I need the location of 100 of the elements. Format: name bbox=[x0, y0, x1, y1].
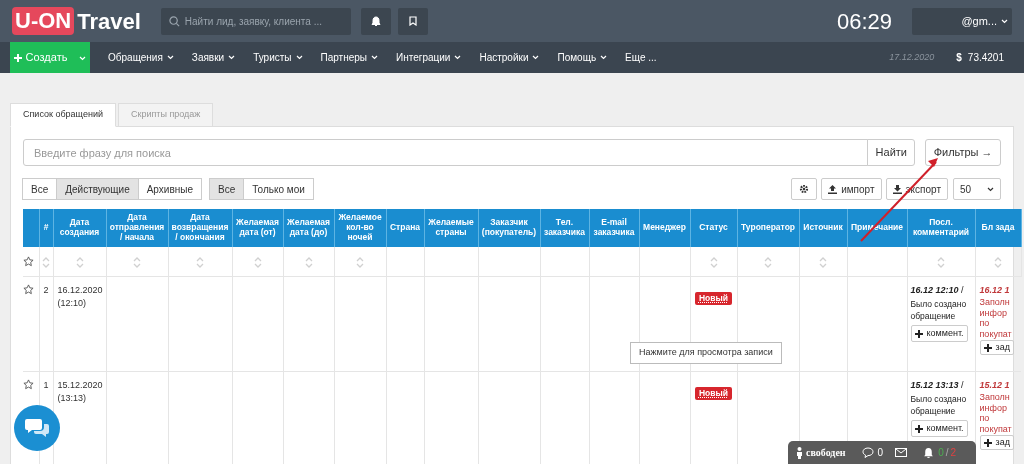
status-badge[interactable]: Новый bbox=[694, 386, 732, 400]
filter-toggle[interactable]: Действующие bbox=[56, 178, 139, 200]
sort-icon[interactable] bbox=[709, 256, 718, 268]
notifications-button[interactable] bbox=[360, 7, 391, 35]
plus-icon bbox=[983, 343, 992, 352]
page-size-select[interactable]: 50 bbox=[953, 178, 1001, 200]
column-header[interactable]: E-mail заказчика bbox=[589, 209, 639, 247]
logo-mark: U-ON bbox=[12, 7, 75, 35]
nav-menu[interactable]: Заявки bbox=[191, 50, 236, 65]
column-header[interactable]: Страна bbox=[386, 209, 424, 247]
nav-menu[interactable]: Интеграции bbox=[396, 50, 462, 65]
nav-menu[interactable]: Настройки bbox=[479, 50, 540, 65]
sort-icon[interactable] bbox=[133, 256, 141, 268]
bookmark-button[interactable] bbox=[397, 7, 428, 35]
exchange-rate: 73.4201 bbox=[967, 51, 1004, 65]
comment-time: 16.12 12:10 bbox=[910, 284, 959, 295]
mail-icon[interactable] bbox=[895, 448, 908, 457]
sort-icon[interactable] bbox=[819, 256, 827, 268]
column-header[interactable]: Туроператор bbox=[737, 209, 799, 247]
bell-icon[interactable] bbox=[923, 446, 935, 459]
column-header[interactable]: Желаемое кол-во ночей bbox=[334, 209, 386, 247]
comment-text: Было создано обращение bbox=[910, 298, 968, 322]
search-icon bbox=[168, 15, 180, 27]
nav-menu[interactable]: Туристы bbox=[253, 50, 303, 65]
presence-status[interactable]: свободен bbox=[806, 445, 846, 460]
add-task-button[interactable]: зад bbox=[979, 340, 1014, 355]
task-text: Заполн инфор по покупат bbox=[979, 297, 1013, 339]
filter-toggle[interactable]: Все bbox=[209, 178, 245, 200]
filter-toggle[interactable]: Архивные bbox=[137, 178, 202, 200]
column-header[interactable]: Статус bbox=[690, 209, 737, 247]
caret-icon bbox=[454, 55, 462, 60]
plus-icon bbox=[983, 438, 992, 447]
speech-bubble-icon bbox=[861, 447, 874, 458]
bell-icon bbox=[370, 15, 381, 27]
notifications-total: 2 bbox=[950, 446, 957, 460]
chat-icon bbox=[24, 417, 50, 439]
currency-sign: $ bbox=[956, 51, 962, 65]
sort-icon[interactable] bbox=[75, 256, 84, 268]
column-header[interactable]: Источник bbox=[799, 209, 847, 247]
nav-menu[interactable]: Партнеры bbox=[320, 50, 378, 65]
search-input[interactable]: Введите фразу для поиска bbox=[23, 139, 869, 166]
status-badge[interactable]: Новый bbox=[694, 291, 732, 305]
column-header[interactable]: Бл зада bbox=[975, 209, 1021, 247]
find-button[interactable]: Найти bbox=[867, 139, 916, 166]
star-icon[interactable] bbox=[23, 255, 34, 267]
tab[interactable]: Список обращений bbox=[10, 103, 116, 127]
table-cell: 2 bbox=[39, 276, 53, 371]
notifications-read: 0 bbox=[938, 446, 944, 460]
upload-icon bbox=[828, 184, 838, 194]
star-icon[interactable] bbox=[23, 283, 34, 295]
user-menu[interactable]: @gm... bbox=[912, 7, 1012, 35]
column-header[interactable]: Дата возвращения / окончания bbox=[168, 209, 232, 247]
column-header[interactable]: Желаемая дата (до) bbox=[283, 209, 334, 247]
sort-icon[interactable] bbox=[764, 256, 772, 268]
column-header[interactable]: Заказчик (покупатель) bbox=[478, 209, 540, 247]
nav-menu[interactable]: Помощь bbox=[557, 50, 608, 65]
comment-text: Было создано обращение bbox=[910, 393, 968, 417]
caret-icon bbox=[228, 55, 236, 60]
add-comment-button[interactable]: коммент. bbox=[910, 420, 968, 437]
sort-icon[interactable] bbox=[304, 256, 313, 268]
settings-button[interactable] bbox=[791, 178, 818, 200]
date: 17.12.2020 bbox=[889, 50, 935, 64]
comment-separator: / bbox=[961, 284, 964, 295]
column-header[interactable]: Желаемые страны bbox=[424, 209, 478, 247]
caret-icon bbox=[1001, 18, 1008, 24]
messages-count[interactable]: 0 bbox=[877, 445, 884, 460]
notifications-separator: / bbox=[945, 446, 949, 460]
plus-icon bbox=[914, 424, 923, 433]
column-header[interactable]: Желаемая дата (от) bbox=[232, 209, 283, 247]
column-header[interactable]: Тел. заказчика bbox=[540, 209, 589, 247]
comment-separator: / bbox=[961, 379, 964, 390]
date-text: 16.12.2020 bbox=[57, 283, 102, 297]
plus-icon bbox=[914, 329, 923, 338]
clock: 06:29 bbox=[836, 7, 892, 36]
column-header[interactable]: Дата отправления / начала bbox=[106, 209, 168, 247]
plus-icon bbox=[13, 53, 22, 62]
caret-icon bbox=[166, 55, 174, 60]
date-text: 15.12.2020 bbox=[57, 378, 102, 392]
sort-icon[interactable] bbox=[253, 256, 262, 268]
sort-icon[interactable] bbox=[42, 256, 50, 268]
star-icon[interactable] bbox=[23, 378, 34, 390]
filter-toggle[interactable]: Только мои bbox=[243, 178, 314, 200]
bookmark-icon bbox=[408, 16, 417, 26]
sort-icon[interactable] bbox=[356, 256, 364, 268]
time-text: (12:10) bbox=[57, 297, 88, 310]
column-header[interactable]: # bbox=[39, 209, 53, 247]
sort-icon[interactable] bbox=[937, 256, 945, 268]
column-header[interactable]: Дата создания bbox=[53, 209, 106, 247]
nav-menu[interactable]: Обращения bbox=[108, 50, 174, 65]
more-menu[interactable]: Еще ... bbox=[625, 50, 657, 65]
add-task-button[interactable]: зад bbox=[979, 435, 1014, 450]
column-header[interactable]: Менеджер bbox=[639, 209, 690, 247]
import-button[interactable]: импорт bbox=[821, 178, 882, 200]
sort-icon[interactable] bbox=[196, 256, 204, 268]
sort-icon[interactable] bbox=[994, 256, 1002, 268]
search-field[interactable]: Найти лид, заявку, клиента ... bbox=[160, 7, 351, 35]
filter-toggle[interactable]: Все bbox=[22, 178, 58, 200]
task-time: 16.12 1 bbox=[979, 283, 1011, 297]
column-header[interactable]: Посл. комментарий bbox=[907, 209, 975, 247]
add-comment-button[interactable]: коммент. bbox=[910, 325, 968, 342]
